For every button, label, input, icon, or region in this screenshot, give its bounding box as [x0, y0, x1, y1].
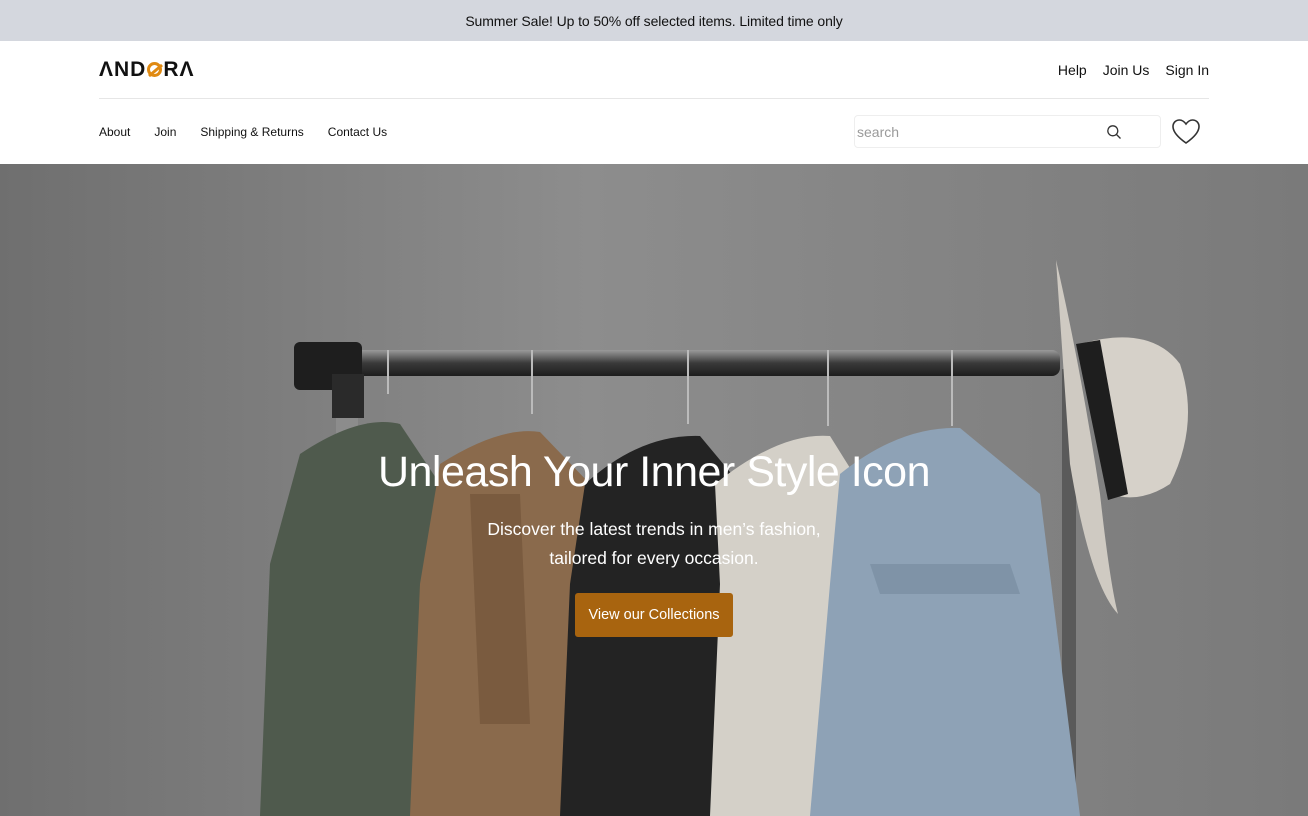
view-collections-button[interactable]: View our Collections [575, 593, 733, 637]
hero-subtitle-line-1: Discover the latest trends in men’s fash… [487, 519, 821, 539]
nav-item-join[interactable]: Join [154, 125, 176, 139]
hero-subtitle-line-2: tailored for every occasion. [549, 548, 759, 568]
promo-bar: Summer Sale! Up to 50% off selected item… [0, 0, 1308, 41]
main-nav: About Join Shipping & Returns Contact Us [99, 125, 387, 139]
search-box [854, 115, 1161, 148]
heart-icon[interactable] [1171, 118, 1201, 146]
nav-item-shipping-returns[interactable]: Shipping & Returns [200, 125, 303, 139]
sign-in-link[interactable]: Sign In [1165, 62, 1209, 78]
hero-subtitle: Discover the latest trends in men’s fash… [0, 515, 1308, 573]
hero-banner: Unleash Your Inner Style Icon Discover t… [0, 164, 1308, 816]
header-top: ΛND RΛ Help Join Us Sign In [99, 41, 1209, 99]
account-links: Help Join Us Sign In [1058, 62, 1209, 78]
search-input[interactable] [857, 123, 1057, 140]
nav-item-contact-us[interactable]: Contact Us [328, 125, 387, 139]
hero-title: Unleash Your Inner Style Icon [377, 448, 931, 496]
join-us-link[interactable]: Join Us [1103, 62, 1150, 78]
hero-content: Unleash Your Inner Style Icon Discover t… [0, 446, 1308, 637]
nav-actions [854, 115, 1201, 148]
main-nav-bar: About Join Shipping & Returns Contact Us [99, 99, 1209, 164]
help-link[interactable]: Help [1058, 62, 1087, 78]
logo[interactable]: ΛND RΛ [99, 58, 195, 82]
promo-text: Summer Sale! Up to 50% off selected item… [465, 12, 843, 29]
nav-item-about[interactable]: About [99, 125, 130, 139]
search-icon[interactable] [1106, 124, 1122, 140]
logo-o-mark [147, 62, 163, 77]
